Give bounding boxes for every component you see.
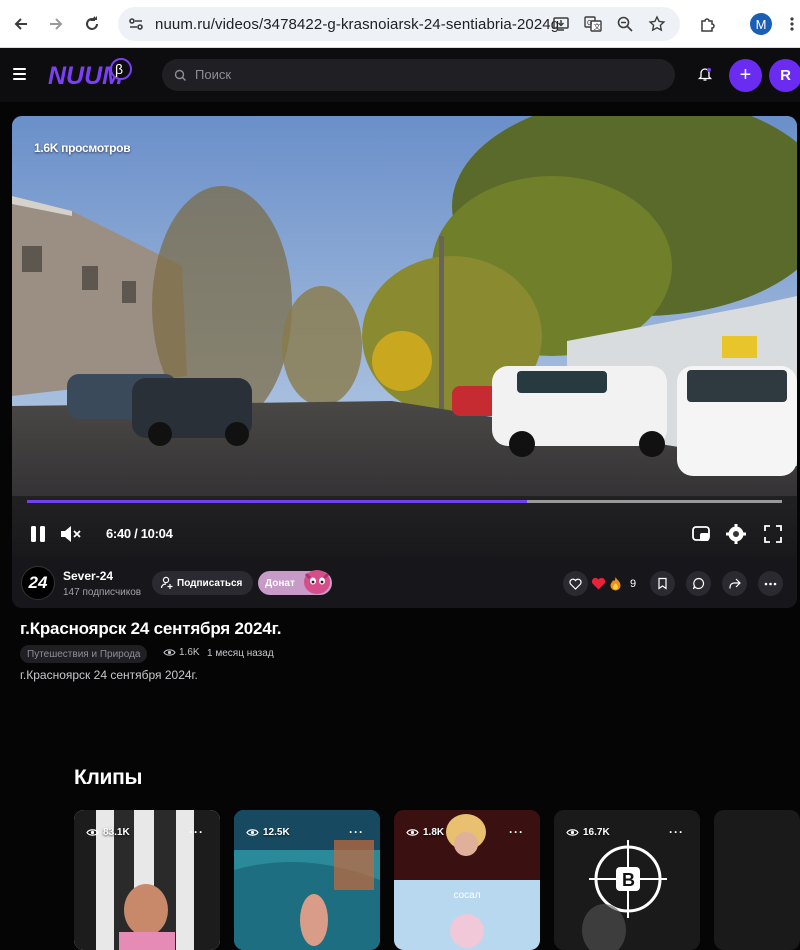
donate-mascot-icon — [304, 570, 330, 594]
video-player[interactable]: 1.6K просмотров 6:40 / 10:04 — [12, 116, 797, 558]
like-heart-button[interactable] — [563, 571, 588, 596]
miniplayer-icon[interactable] — [691, 524, 711, 549]
channel-name[interactable]: Sever-24 — [63, 569, 113, 583]
reload-icon[interactable] — [80, 12, 104, 36]
category-badge[interactable]: Путешествия и Природа — [20, 645, 148, 663]
eye-icon — [163, 649, 176, 656]
eye-icon — [566, 829, 579, 836]
browser-toolbar: nuum.ru/videos/3478422-g-krasnoiarsk-24-… — [0, 0, 800, 48]
search-icon — [174, 69, 186, 81]
eye-icon — [406, 829, 419, 836]
clip-views-count: 83.1K — [103, 827, 130, 838]
pause-icon[interactable] — [29, 524, 47, 549]
notifications-bell-icon[interactable] — [697, 66, 713, 87]
video-title: г.Красноярск 24 сентября 2024г. — [20, 619, 282, 638]
video-views-overlay: 1.6K просмотров — [34, 141, 131, 155]
clip-views: 83.1K — [86, 827, 130, 838]
eye-icon — [246, 829, 259, 836]
clip-more-icon[interactable]: ··· — [349, 825, 364, 839]
clip-card[interactable]: 12.5K ··· — [234, 810, 380, 950]
translate-icon[interactable]: G文 — [584, 15, 602, 33]
site-info-icon[interactable] — [127, 15, 145, 33]
video-progress-bar[interactable] — [27, 500, 782, 503]
subscribe-button[interactable]: Подписаться — [152, 571, 253, 595]
extensions-icon[interactable] — [696, 12, 720, 36]
comments-button[interactable] — [686, 571, 711, 596]
install-app-icon[interactable] — [552, 15, 570, 33]
channel-subscribers: 147 подписчиков — [63, 587, 142, 598]
video-progress-fill — [27, 500, 527, 503]
clip-avatar — [450, 914, 484, 948]
video-frame — [12, 116, 797, 558]
search-placeholder: Поиск — [195, 67, 232, 82]
clip-card[interactable]: сосал 1.8K ··· — [394, 810, 540, 950]
donate-button[interactable]: Донат — [258, 570, 332, 595]
share-button[interactable] — [722, 571, 747, 596]
zoom-icon[interactable] — [616, 15, 634, 33]
svg-text:文: 文 — [594, 22, 601, 31]
clip-caption: сосал — [453, 890, 481, 901]
reaction-count: 9 — [630, 577, 637, 590]
back-icon[interactable] — [9, 12, 33, 36]
clip-card-partial[interactable] — [714, 810, 800, 950]
clip-views: 12.5K — [246, 827, 290, 838]
clip-views-count: 16.7K — [583, 827, 610, 838]
nuum-logo[interactable]: NUUM β — [46, 56, 138, 97]
channel-avatar[interactable]: 24 — [21, 566, 55, 600]
fullscreen-icon[interactable] — [763, 524, 783, 549]
svg-text:B: B — [622, 870, 635, 890]
add-user-icon — [160, 576, 173, 589]
heart-outline-icon — [569, 578, 582, 590]
clip-views-count: 1.8K — [423, 827, 445, 838]
clip-views: 16.7K — [566, 827, 610, 838]
channel-bar: 24 Sever-24 147 подписчиков Подписаться … — [12, 558, 797, 608]
menu-icon[interactable] — [13, 68, 26, 80]
eye-icon — [86, 829, 99, 836]
red-heart-icon — [591, 577, 606, 590]
clip-views-count: 12.5K — [263, 827, 290, 838]
video-time: 6:40 / 10:04 — [106, 526, 173, 541]
mute-icon[interactable] — [59, 524, 83, 549]
bookmark-star-icon[interactable] — [648, 15, 666, 33]
browser-menu-icon[interactable] — [780, 12, 800, 36]
save-bookmark-button[interactable] — [650, 571, 675, 596]
reactions-pill[interactable]: 9 — [588, 571, 646, 596]
donate-label: Донат — [265, 577, 295, 589]
address-bar[interactable]: nuum.ru/videos/3478422-g-krasnoiarsk-24-… — [118, 7, 680, 41]
site-header: NUUM β Поиск + R — [0, 48, 800, 102]
user-avatar[interactable]: R — [769, 59, 800, 92]
svg-text:β: β — [115, 61, 123, 77]
svg-text:G: G — [587, 20, 592, 27]
url-text[interactable]: nuum.ru/videos/3478422-g-krasnoiarsk-24-… — [155, 16, 559, 33]
clip-more-icon[interactable]: ··· — [189, 825, 204, 839]
clip-card[interactable]: 83.1K ··· — [74, 810, 220, 950]
browser-profile-avatar[interactable]: M — [750, 13, 772, 35]
create-button[interactable]: + — [729, 59, 762, 92]
settings-gear-icon[interactable] — [726, 524, 746, 549]
search-input[interactable]: Поиск — [162, 59, 675, 91]
more-options-button[interactable] — [758, 571, 783, 596]
share-icon — [729, 578, 741, 589]
forward-icon[interactable] — [44, 12, 68, 36]
video-description: г.Красноярск 24 сентября 2024г. — [20, 668, 198, 682]
video-views-count: 1.6K — [179, 647, 200, 658]
comment-icon — [692, 577, 705, 590]
clip-views: 1.8K — [406, 827, 444, 838]
clip-more-icon[interactable]: ··· — [669, 825, 684, 839]
clip-more-icon[interactable]: ··· — [509, 825, 524, 839]
video-views: 1.6K — [163, 647, 200, 658]
clips-heading: Клипы — [74, 766, 143, 789]
subscribe-label: Подписаться — [177, 577, 243, 589]
video-date: 1 месяц назад — [207, 648, 274, 659]
bookmark-icon — [658, 577, 667, 590]
fire-icon — [610, 577, 621, 591]
more-dots-icon — [764, 582, 777, 585]
clip-card[interactable]: B 16.7K ··· — [554, 810, 700, 950]
